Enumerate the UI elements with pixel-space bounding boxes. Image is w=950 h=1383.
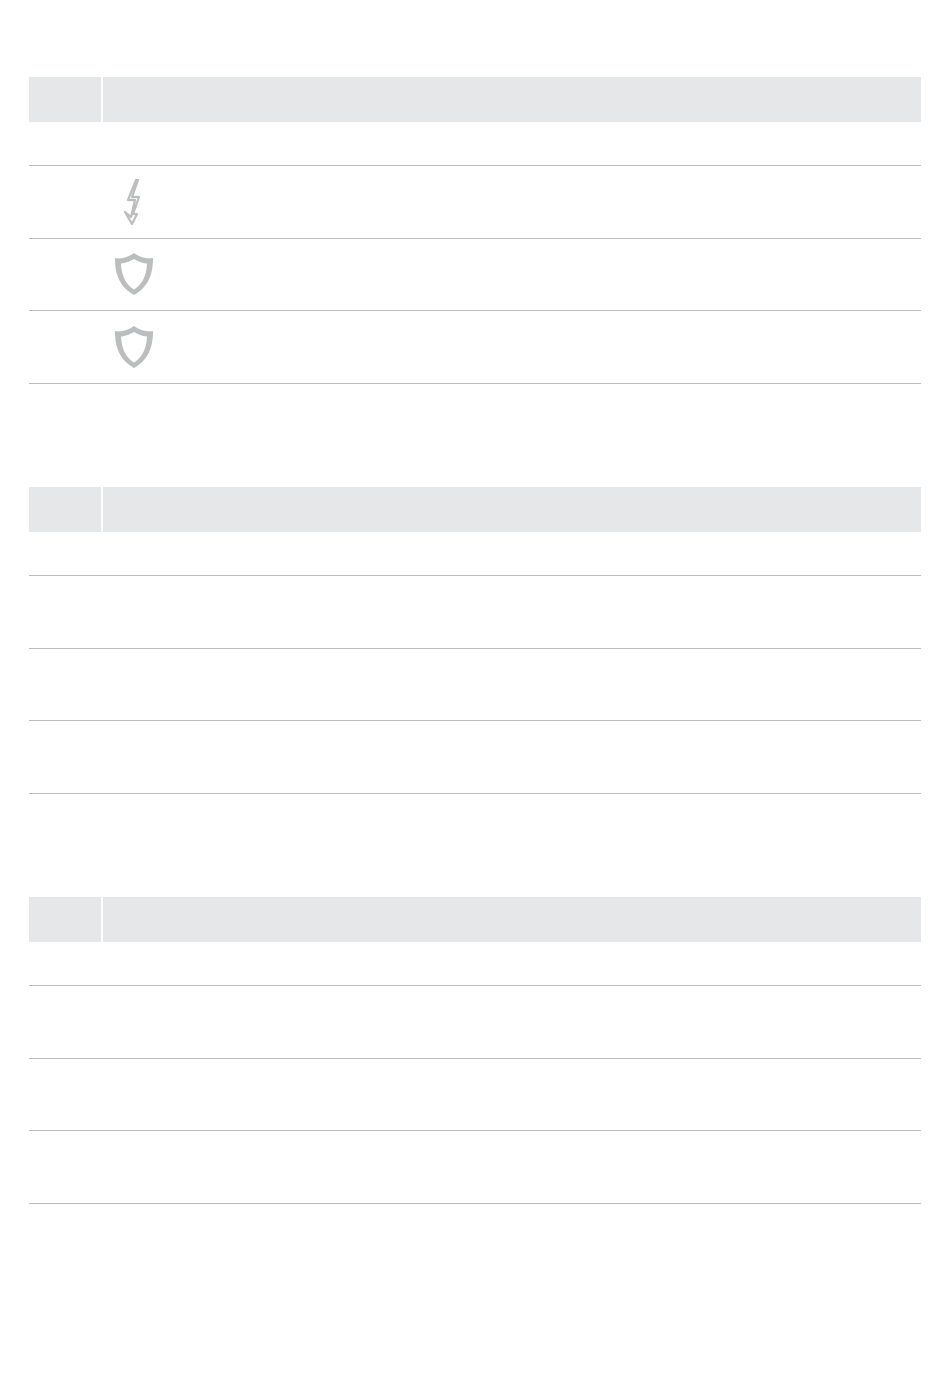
subheader-cell-2	[101, 942, 921, 985]
table-header	[29, 77, 921, 122]
row-cell-2	[101, 649, 921, 721]
table-header	[29, 897, 921, 942]
row-cell-1	[29, 1131, 101, 1203]
table-row	[29, 239, 921, 311]
header-cell-1	[29, 77, 103, 122]
table-row	[29, 1059, 921, 1131]
shield-icon	[112, 250, 156, 298]
row-cell-1	[29, 986, 101, 1058]
table-subheader-row	[29, 532, 921, 576]
row-cell-2	[101, 1059, 921, 1131]
table-2	[29, 487, 921, 794]
row-cell-2	[101, 576, 921, 648]
shield-icon	[112, 323, 156, 371]
header-cell-2	[103, 487, 921, 532]
header-cell-1	[29, 487, 103, 532]
row-cell-1	[29, 721, 101, 793]
row-cell-2	[101, 239, 921, 311]
table-header	[29, 487, 921, 532]
table-row	[29, 721, 921, 794]
table-row	[29, 311, 921, 384]
subheader-cell-2	[101, 532, 921, 575]
table-1	[29, 77, 921, 384]
subheader-cell-1	[29, 122, 101, 165]
table-row	[29, 649, 921, 721]
table-row	[29, 576, 921, 649]
subheader-cell-1	[29, 532, 101, 575]
row-cell-1	[29, 649, 101, 721]
header-cell-1	[29, 897, 103, 942]
header-cell-2	[103, 77, 921, 122]
table-row	[29, 1131, 921, 1204]
lightning-bolt-icon	[112, 178, 156, 226]
table-subheader-row	[29, 942, 921, 986]
row-cell-2	[101, 311, 921, 383]
row-cell-1	[29, 576, 101, 648]
row-cell-2	[101, 721, 921, 793]
row-cell-1	[29, 239, 101, 311]
row-cell-1	[29, 311, 101, 383]
table-3	[29, 897, 921, 1204]
row-cell-2	[101, 986, 921, 1058]
document-page	[0, 0, 950, 1383]
subheader-cell-2	[101, 122, 921, 165]
row-cell-1	[29, 1059, 101, 1131]
row-cell-2	[101, 1131, 921, 1203]
table-row	[29, 166, 921, 239]
table-row	[29, 986, 921, 1059]
header-cell-2	[103, 897, 921, 942]
subheader-cell-1	[29, 942, 101, 985]
table-subheader-row	[29, 122, 921, 166]
row-cell-1	[29, 166, 101, 238]
row-cell-2	[101, 166, 921, 238]
